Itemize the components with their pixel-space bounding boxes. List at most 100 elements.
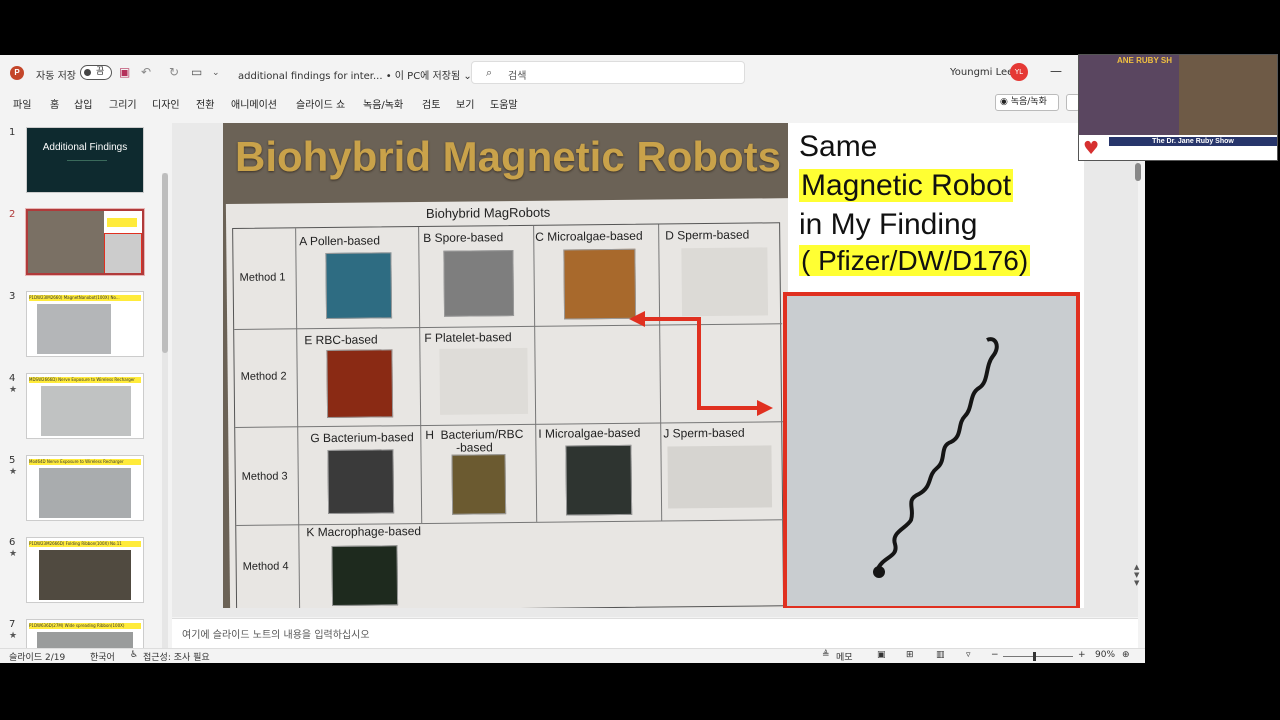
canvas-scrollbar[interactable] [1135, 163, 1141, 603]
cell-label: G Bacterium-based [310, 430, 414, 446]
zoom-out-icon[interactable]: − [991, 650, 999, 660]
thumb-number: 6 [9, 537, 16, 548]
search-box[interactable]: ⌕ 검색 [471, 61, 745, 84]
tab-insert[interactable]: 삽입 [74, 96, 92, 111]
scrollbar-thumb[interactable] [1135, 163, 1141, 181]
thumbnail-scrollbar[interactable] [162, 173, 168, 648]
spiral-path [875, 337, 999, 572]
tab-help[interactable]: 도움말 [490, 96, 518, 111]
normal-view-icon[interactable]: ▣ [877, 650, 886, 660]
slideshow-view-icon[interactable]: ▿ [966, 650, 971, 660]
notes-placeholder: 여기에 슬라이드 노트의 내용을 입력하십시오 [182, 630, 370, 641]
thumb-number: 4 [9, 373, 16, 384]
tab-file[interactable]: 파일 [13, 96, 31, 111]
cell-label: E RBC-based [304, 332, 378, 348]
user-name[interactable]: Youngmi Lee [950, 67, 1013, 78]
slide-thumbnail-6[interactable]: P1DW23M2666D) Folding Ribbon(100X) No.11 [26, 537, 144, 603]
thumb-caption: P1DW636D(27M) Wide spreading Ribbon(100X… [29, 623, 141, 629]
zoom-slider[interactable] [1003, 656, 1073, 657]
rbc-image [326, 349, 394, 419]
redo-icon[interactable]: ↻ [169, 65, 179, 79]
show-logo-text: ANE RUBY SH [1117, 56, 1172, 65]
red-arrow-icon [629, 311, 773, 416]
thumb-number: 7 [9, 619, 16, 630]
spore-image [443, 250, 515, 317]
tab-record[interactable]: 녹음/녹화 [363, 96, 403, 111]
thumb-caption: MDSW2666D) Nerve Exposure to Wireless Re… [29, 377, 141, 383]
animation-star-icon: ★ [9, 631, 18, 641]
notes-button[interactable]: 메모 [836, 650, 853, 663]
host-video [1079, 55, 1179, 135]
slide-thumbnail-3[interactable]: P1DW23IM2660) MagnetNanobot(100X) No... [26, 291, 144, 357]
accessibility-icon[interactable]: ♿ [130, 650, 138, 660]
sorter-view-icon[interactable]: ⊞ [906, 650, 914, 660]
autosave-toggle[interactable]: 끔 [80, 65, 112, 80]
ribbon-tabs: 파일 홈 삽입 그리기 디자인 전환 애니메이션 슬라이드 쇼 녹음/녹화 검토… [0, 89, 1145, 115]
tab-transitions[interactable]: 전환 [196, 96, 214, 111]
thumb-decoration [67, 160, 107, 182]
slide-thumbnail-2[interactable] [26, 209, 144, 275]
slide-thumbnail-5[interactable]: Mod64D Nerve Exposure to Wireless Rechar… [26, 455, 144, 521]
scrollbar-thumb[interactable] [162, 173, 168, 353]
tab-view[interactable]: 보기 [456, 96, 474, 111]
toggle-label: 끔 [96, 67, 105, 77]
method-label: Method 4 [242, 560, 289, 573]
reading-view-icon[interactable]: ▥ [936, 650, 945, 660]
tab-animations[interactable]: 애니메이션 [231, 96, 277, 111]
customize-icon[interactable]: ⌄ [212, 68, 220, 78]
sperm-diagram-2 [667, 445, 773, 509]
language-indicator[interactable]: 한국어 [90, 650, 115, 663]
animation-star-icon: ★ [9, 549, 18, 559]
zoom-level[interactable]: 90% [1095, 650, 1115, 660]
slide-thumbnail-7[interactable]: P1DW636D(27M) Wide spreading Ribbon(100X… [26, 619, 144, 648]
document-title[interactable]: additional findings for inter... • 이 PC에… [238, 67, 472, 82]
thumb-micrograph [37, 632, 133, 648]
bacterium-image [327, 449, 395, 515]
webcam-overlay: ANE RUBY SH ♥ The Dr. Jane Ruby Show [1078, 54, 1278, 161]
current-slide[interactable]: Biohybrid Magnetic Robots Biohybrid MagR… [223, 123, 1084, 608]
zoom-slider-handle[interactable] [1033, 652, 1036, 661]
thumb-number: 2 [9, 209, 16, 220]
cell-label: H Bacterium/RBC -based [425, 426, 524, 455]
slide-thumbnail-1[interactable]: Additional Findings [26, 127, 144, 193]
table-divider [295, 228, 301, 608]
side-text-line-4: ( Pfizer/DW/D176) [799, 243, 1031, 279]
save-icon[interactable]: ▣ [119, 65, 130, 79]
record-button[interactable]: ◉ 녹음/녹화 [995, 94, 1059, 111]
undo-icon[interactable]: ↶ [141, 65, 151, 79]
status-bar: 슬라이드 2/19 한국어 ♿ 접근성: 조사 필요 ≜ 메모 ▣ ⊞ ▥ ▿ … [0, 648, 1145, 663]
thumb-title: Additional Findings [42, 142, 128, 153]
figure-table-title: Biohybrid MagRobots [425, 204, 551, 221]
scroll-arrows-icon[interactable]: ▲ ▼ ▼ [1134, 563, 1139, 587]
avatar[interactable]: YL [1010, 63, 1028, 81]
method-label: Method 2 [240, 370, 287, 383]
tab-review[interactable]: 검토 [422, 96, 440, 111]
notes-icon[interactable]: ≜ [822, 650, 830, 660]
tab-slideshow[interactable]: 슬라이드 쇼 [296, 96, 345, 111]
thumb-redbox [104, 233, 142, 273]
thumb-number: 1 [9, 127, 16, 138]
thumb-caption: P1DW23M2666D) Folding Ribbon(100X) No.11 [29, 541, 141, 547]
spiral-head [873, 566, 885, 578]
tab-home[interactable]: 홈 [50, 96, 59, 111]
thumb-photo [28, 211, 104, 273]
tab-design[interactable]: 디자인 [152, 96, 180, 111]
side-text-line-2: Magnetic Robot [799, 168, 1014, 204]
present-icon[interactable]: ▭ [191, 65, 202, 79]
platelet-diagram [439, 347, 529, 415]
macrophage-image [331, 545, 399, 606]
side-text-line-1: Same [799, 130, 878, 163]
fit-slide-icon[interactable]: ⊕ [1122, 650, 1130, 660]
thumb-highlight [107, 218, 137, 227]
slide-thumbnail-4[interactable]: MDSW2666D) Nerve Exposure to Wireless Re… [26, 373, 144, 439]
cell-label: D Sperm-based [665, 227, 750, 243]
photo-title: Biohybrid Magnetic Robots [235, 133, 781, 180]
highlighted-text: ( Pfizer/DW/D176) [799, 245, 1031, 276]
zoom-in-icon[interactable]: + [1078, 650, 1086, 660]
accessibility-status[interactable]: 접근성: 조사 필요 [143, 650, 210, 663]
cell-label: A Pollen-based [299, 233, 381, 249]
cell-label: F Platelet-based [424, 330, 512, 345]
minimize-button[interactable]: — [1050, 64, 1062, 78]
notes-pane[interactable]: 여기에 슬라이드 노트의 내용을 입력하십시오 [172, 618, 1138, 648]
tab-draw[interactable]: 그리기 [109, 96, 137, 111]
